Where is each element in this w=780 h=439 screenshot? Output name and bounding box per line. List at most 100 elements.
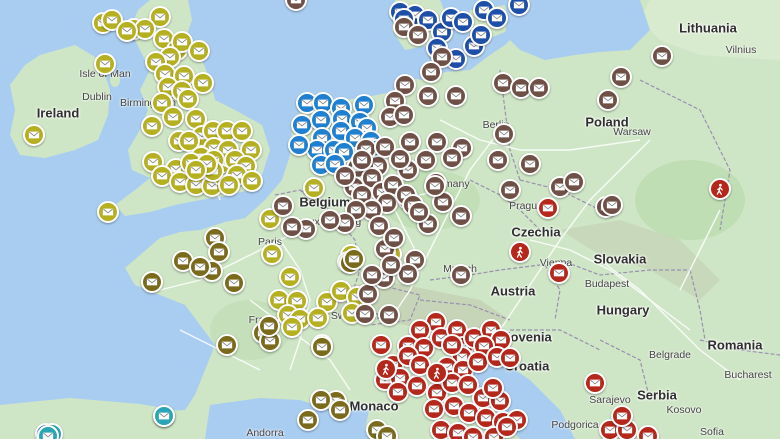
map-marker-yellow[interactable] [307, 307, 329, 329]
map-marker-yellow[interactable] [23, 124, 45, 146]
envelope-icon [435, 424, 447, 436]
map-marker-yellow[interactable] [261, 243, 283, 265]
map-marker-yellow[interactable] [141, 115, 163, 137]
map-marker-red[interactable] [537, 197, 559, 219]
envelope-icon [236, 125, 248, 137]
map-marker-brown[interactable] [519, 153, 541, 175]
map-marker-olive[interactable] [216, 334, 238, 356]
envelope-icon [431, 136, 443, 148]
map-marker-brown[interactable] [319, 209, 341, 231]
envelope-icon [568, 176, 580, 188]
map-marker-brown[interactable] [563, 171, 585, 193]
map-marker-navy[interactable] [486, 7, 508, 29]
map-marker-red-hiking[interactable] [709, 178, 731, 200]
map-marker-brown[interactable] [493, 123, 515, 145]
map-marker-brown[interactable] [610, 66, 632, 88]
map-marker-brown[interactable] [450, 205, 472, 227]
map-marker-yellow[interactable] [177, 88, 199, 110]
map-marker-blue[interactable] [288, 134, 310, 156]
map-marker-brown[interactable] [487, 149, 509, 171]
map-marker-yellow[interactable] [116, 20, 138, 42]
map-marker-yellow[interactable] [281, 316, 303, 338]
map-marker-brown[interactable] [441, 147, 463, 169]
map-marker-brown[interactable] [651, 45, 673, 67]
envelope-icon [139, 23, 151, 35]
envelope-icon [513, 0, 525, 11]
map-marker-brown[interactable] [424, 175, 446, 197]
map-marker-brown[interactable] [450, 264, 472, 286]
forest-1 [635, 160, 745, 240]
map-marker-brown[interactable] [334, 165, 356, 187]
map-marker-yellow[interactable] [303, 177, 325, 199]
envelope-icon [392, 386, 404, 398]
map-marker-yellow[interactable] [241, 170, 263, 192]
map-marker-brown[interactable] [281, 216, 303, 238]
map-marker-red[interactable] [611, 405, 633, 427]
map-marker-olive[interactable] [189, 256, 211, 278]
map-marker-brown[interactable] [499, 179, 521, 201]
map-marker-brown[interactable] [380, 254, 402, 276]
map-marker-brown[interactable] [357, 283, 379, 305]
map-marker-olive[interactable] [258, 315, 280, 337]
envelope-icon [475, 29, 487, 41]
map-marker-yellow[interactable] [97, 201, 119, 223]
map-marker-red[interactable] [496, 416, 518, 438]
envelope-icon [146, 120, 158, 132]
map-marker-olive[interactable] [329, 399, 351, 421]
map-marker-brown[interactable] [354, 303, 376, 325]
envelope-icon [497, 77, 509, 89]
map-marker-teal[interactable] [153, 405, 175, 427]
map-marker-olive[interactable] [297, 409, 319, 431]
map-marker-brown[interactable] [408, 201, 430, 223]
map-marker-navy[interactable] [470, 24, 492, 46]
map-marker-brown[interactable] [272, 195, 294, 217]
map-marker-brown[interactable] [393, 104, 415, 126]
map-marker-brown[interactable] [351, 149, 373, 171]
map-marker-brown[interactable] [389, 148, 411, 170]
hiker-icon [380, 363, 392, 375]
envelope-icon [542, 202, 554, 214]
map-marker-red[interactable] [370, 334, 392, 356]
map-marker-brown[interactable] [597, 89, 619, 111]
envelope-icon [533, 82, 545, 94]
map-marker-brown[interactable] [601, 194, 623, 216]
map-marker-olive[interactable] [223, 272, 245, 294]
map-marker-red-hiking[interactable] [509, 241, 531, 263]
envelope-icon [339, 170, 351, 182]
map-marker-red-hiking[interactable] [375, 358, 397, 380]
map-marker-yellow[interactable] [279, 266, 301, 288]
map-marker-red[interactable] [441, 334, 463, 356]
map-marker-yellow[interactable] [162, 106, 184, 128]
map-marker-brown[interactable] [445, 85, 467, 107]
map-marker-red[interactable] [584, 372, 606, 394]
envelope-icon [121, 25, 133, 37]
envelope-icon [428, 403, 440, 415]
map-view[interactable]: Lithuania Ireland Poland Belgium Czechia Slov… [0, 0, 780, 439]
map-marker-red[interactable] [423, 398, 445, 420]
map-marker-brown[interactable] [378, 304, 400, 326]
map-marker-red[interactable] [499, 347, 521, 369]
map-marker-red[interactable] [406, 375, 428, 397]
envelope-icon [455, 210, 467, 222]
map-marker-olive[interactable] [343, 248, 365, 270]
envelope-icon [504, 184, 516, 196]
map-marker-olive[interactable] [311, 336, 333, 358]
envelope-icon [266, 248, 278, 260]
envelope-icon [284, 271, 296, 283]
map-marker-yellow[interactable] [185, 159, 207, 181]
map-marker-olive[interactable] [141, 271, 163, 293]
map-marker-yellow[interactable] [188, 40, 210, 62]
map-marker-brown[interactable] [528, 77, 550, 99]
map-marker-brown[interactable] [383, 227, 405, 249]
map-marker-red[interactable] [482, 377, 504, 399]
envelope-icon [472, 356, 484, 368]
map-marker-brown[interactable] [407, 24, 429, 46]
map-marker-brown[interactable] [361, 264, 383, 286]
map-marker-red[interactable] [548, 262, 570, 284]
envelope-icon [308, 182, 320, 194]
map-marker-brown[interactable] [420, 61, 442, 83]
map-marker-red-hiking[interactable] [426, 362, 448, 384]
map-marker-yellow[interactable] [94, 53, 116, 75]
map-marker-brown[interactable] [417, 85, 439, 107]
land-isle-of-man [110, 73, 120, 87]
